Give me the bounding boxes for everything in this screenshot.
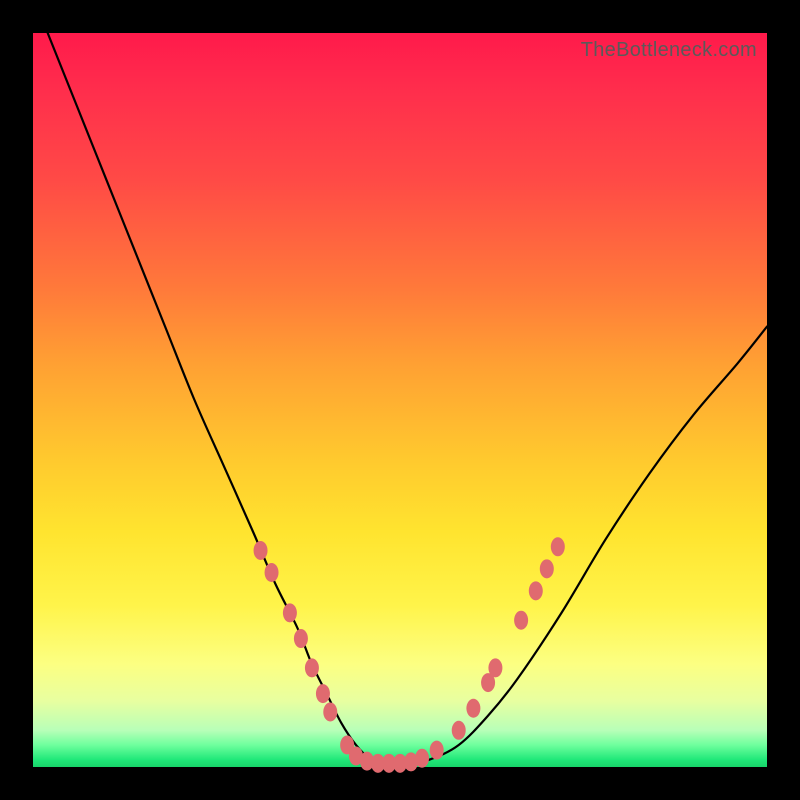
chart-frame: TheBottleneck.com bbox=[0, 0, 800, 800]
highlight-dot bbox=[430, 741, 444, 760]
highlight-dot bbox=[316, 684, 330, 703]
highlight-dot bbox=[294, 629, 308, 648]
highlight-dot bbox=[514, 611, 528, 630]
plot-area: TheBottleneck.com bbox=[33, 33, 767, 767]
highlight-dot bbox=[283, 603, 297, 622]
highlight-dot bbox=[305, 658, 319, 677]
highlight-dot bbox=[265, 563, 279, 582]
highlight-dot bbox=[323, 702, 337, 721]
highlight-dot bbox=[529, 581, 543, 600]
highlight-dot bbox=[551, 537, 565, 556]
highlight-dot bbox=[254, 541, 268, 560]
highlight-dot bbox=[452, 721, 466, 740]
bottleneck-curve-path bbox=[48, 33, 767, 768]
highlight-dot bbox=[415, 749, 429, 768]
highlight-dot bbox=[540, 559, 554, 578]
highlight-dot bbox=[488, 658, 502, 677]
bottleneck-chart-svg bbox=[33, 33, 767, 767]
highlight-markers-group bbox=[254, 537, 565, 773]
highlight-dot bbox=[466, 699, 480, 718]
